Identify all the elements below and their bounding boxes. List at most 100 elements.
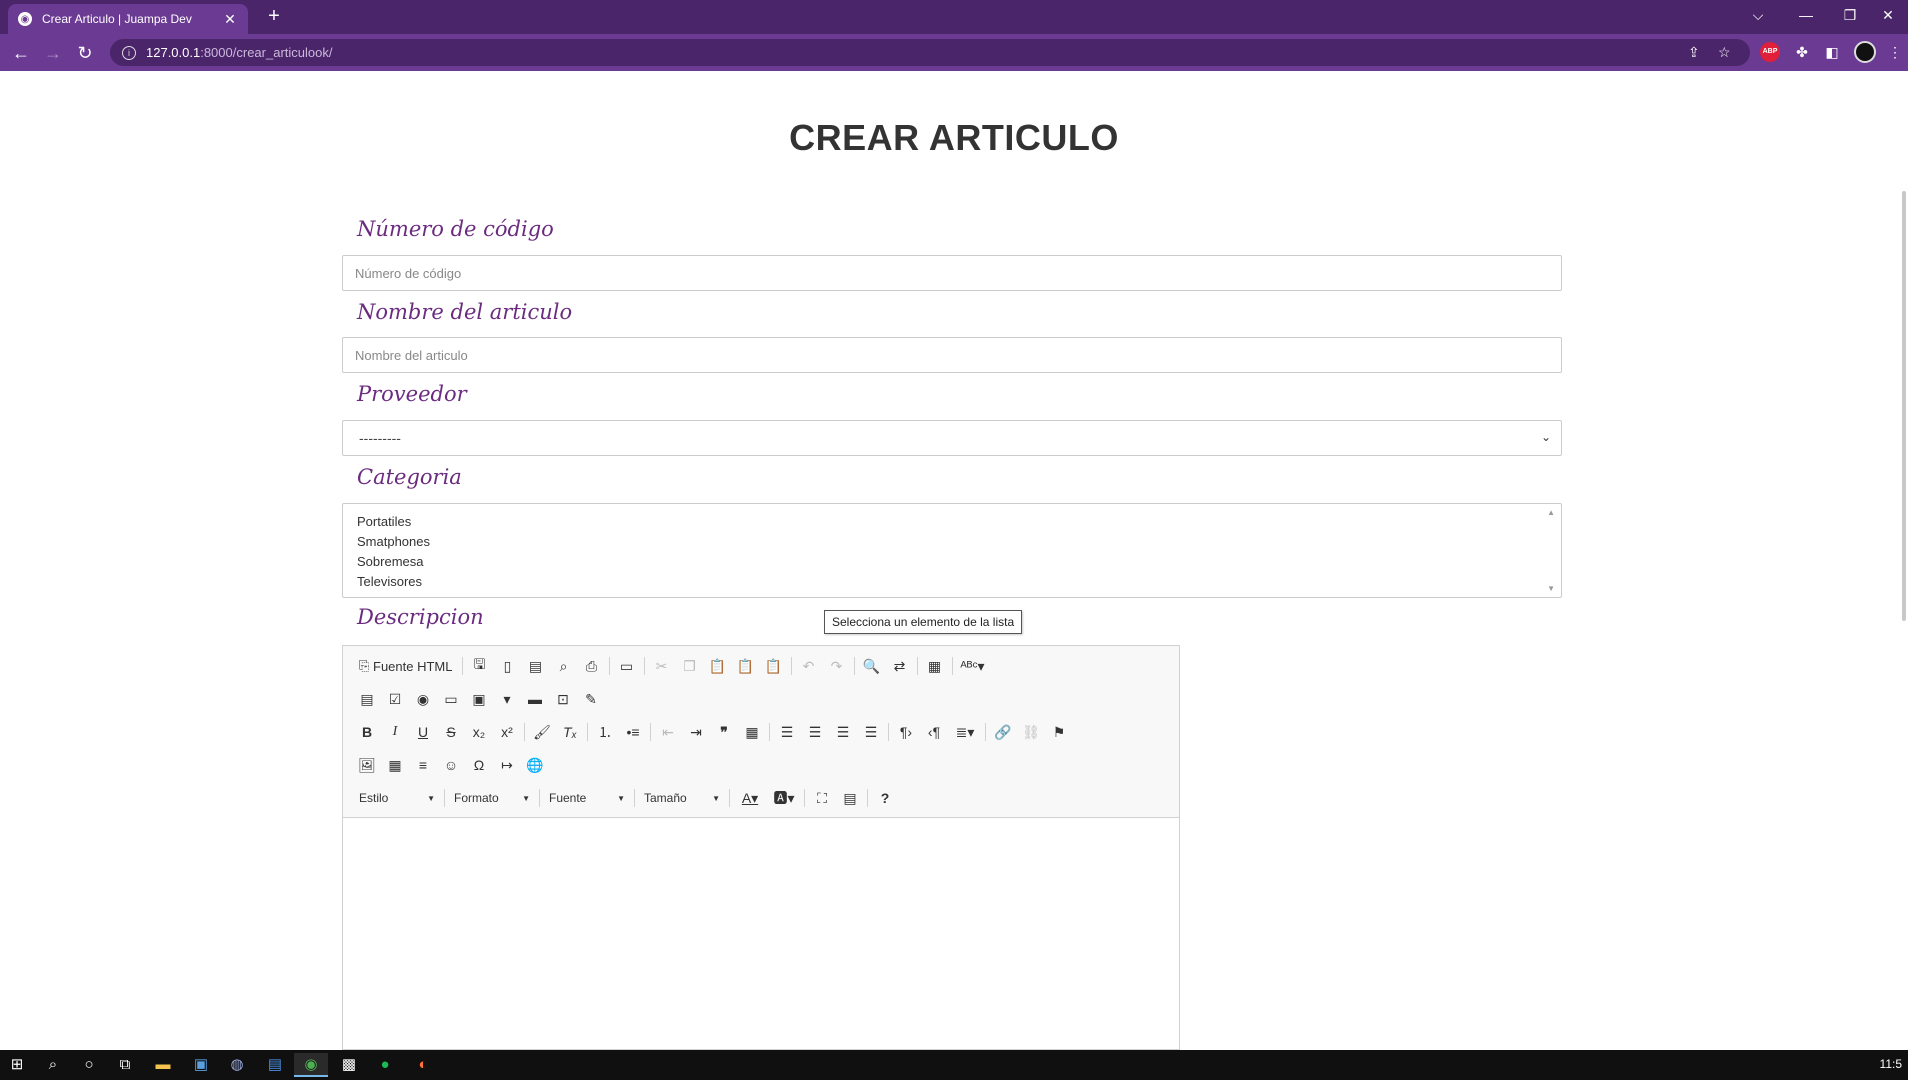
profile-avatar[interactable]: [1854, 41, 1876, 63]
close-window-button[interactable]: ✕: [1868, 4, 1908, 26]
paste-text-icon[interactable]: 📋: [732, 654, 760, 678]
find-icon[interactable]: 🔍: [858, 654, 886, 678]
proveedor-select[interactable]: --------- ⌄: [342, 420, 1562, 456]
menu-kebab-icon[interactable]: ⋮: [1888, 42, 1902, 62]
new-tab-button[interactable]: +: [262, 6, 286, 26]
tab-search-icon[interactable]: ⌵: [1738, 4, 1778, 26]
cut-icon[interactable]: ✂: [648, 654, 676, 678]
categoria-option[interactable]: Smatphones: [357, 532, 1547, 552]
numbered-list-icon[interactable]: ⒈: [591, 720, 619, 744]
form-icon[interactable]: ▤: [353, 687, 381, 711]
spellcheck-icon[interactable]: ᴬᴮᶜ▾: [956, 654, 990, 678]
align-left-icon[interactable]: ☰: [773, 720, 801, 744]
export-pdf-icon[interactable]: ▤: [522, 654, 550, 678]
select-field-icon[interactable]: ▾: [493, 687, 521, 711]
iframe-globe-icon[interactable]: 🌐: [521, 753, 549, 777]
app-icon[interactable]: ◍: [220, 1053, 254, 1077]
link-icon[interactable]: 🔗: [989, 720, 1017, 744]
size-combo[interactable]: Tamaño ▼: [638, 786, 726, 810]
page-break-icon[interactable]: ↦: [493, 753, 521, 777]
italic-icon[interactable]: I: [381, 720, 409, 744]
bookmark-star-icon[interactable]: ☆: [1718, 39, 1731, 66]
address-bar[interactable]: i 127.0.0.1:8000/crear_articulook/ ⇪ ☆: [110, 39, 1750, 66]
ltr-icon[interactable]: ¶›: [892, 720, 920, 744]
adblock-icon[interactable]: ABP: [1760, 42, 1780, 62]
rtl-icon[interactable]: ‹¶: [920, 720, 948, 744]
image-icon[interactable]: 🖼: [353, 753, 381, 777]
textarea-icon[interactable]: ▣: [465, 687, 493, 711]
font-combo[interactable]: Fuente ▼: [543, 786, 631, 810]
smiley-icon[interactable]: ☺: [437, 753, 465, 777]
pycharm-icon[interactable]: ▩: [332, 1053, 366, 1077]
anchor-flag-icon[interactable]: ⚑: [1045, 720, 1073, 744]
forward-button[interactable]: →: [40, 41, 66, 65]
div-container-icon[interactable]: ▦: [738, 720, 766, 744]
firefox-icon[interactable]: ◐: [406, 1053, 440, 1077]
templates-icon[interactable]: ▭: [613, 654, 641, 678]
app-icon[interactable]: ▣: [184, 1053, 218, 1077]
task-view-icon[interactable]: ⧉: [108, 1053, 142, 1077]
remove-format-icon[interactable]: Tₓ: [556, 720, 584, 744]
scroll-up-arrow-icon[interactable]: ▲: [1547, 508, 1555, 517]
language-icon[interactable]: ≣▾: [948, 720, 982, 744]
help-icon[interactable]: ?: [871, 786, 899, 810]
select-all-icon[interactable]: ▦: [921, 654, 949, 678]
print-icon[interactable]: ⎙: [578, 654, 606, 678]
bg-color-icon[interactable]: 🅰▾: [767, 786, 801, 810]
superscript-icon[interactable]: x²: [493, 720, 521, 744]
chrome-icon[interactable]: ◉: [294, 1053, 328, 1077]
style-combo[interactable]: Estilo ▼: [353, 786, 441, 810]
paste-icon[interactable]: 📋: [704, 654, 732, 678]
align-center-icon[interactable]: ☰: [801, 720, 829, 744]
radio-icon[interactable]: ◉: [409, 687, 437, 711]
codigo-input[interactable]: [342, 255, 1562, 291]
blockquote-icon[interactable]: ❞: [710, 720, 738, 744]
new-page-icon[interactable]: ▯: [494, 654, 522, 678]
text-color-icon[interactable]: A▾: [733, 786, 767, 810]
align-right-icon[interactable]: ☰: [829, 720, 857, 744]
maximize-icon[interactable]: ⛶: [808, 786, 836, 810]
scroll-down-arrow-icon[interactable]: ▼: [1547, 584, 1555, 593]
underline-icon[interactable]: U: [409, 720, 437, 744]
strikethrough-icon[interactable]: S: [437, 720, 465, 744]
paste-word-icon[interactable]: 📋: [760, 654, 788, 678]
share-icon[interactable]: ⇪: [1688, 39, 1700, 66]
outdent-icon[interactable]: ⇤: [654, 720, 682, 744]
replace-icon[interactable]: ⇄: [886, 654, 914, 678]
extensions-puzzle-icon[interactable]: ✤: [1792, 42, 1812, 62]
file-explorer-icon[interactable]: ▬: [146, 1053, 180, 1077]
checkbox-icon[interactable]: ☑: [381, 687, 409, 711]
search-icon[interactable]: ⌕: [36, 1053, 70, 1077]
save-icon[interactable]: 🖫: [466, 654, 494, 678]
text-field-icon[interactable]: ▭: [437, 687, 465, 711]
table-icon[interactable]: ▦: [381, 753, 409, 777]
taskbar-clock[interactable]: 11:5: [1880, 1057, 1902, 1071]
format-combo[interactable]: Formato ▼: [448, 786, 536, 810]
cortana-icon[interactable]: ○: [72, 1053, 106, 1077]
unlink-icon[interactable]: ⛓: [1017, 720, 1045, 744]
copy-icon[interactable]: ❐: [676, 654, 704, 678]
site-info-icon[interactable]: i: [122, 45, 136, 60]
button-icon[interactable]: ▬: [521, 687, 549, 711]
categoria-option[interactable]: Televisores: [357, 572, 1547, 592]
page-scrollbar[interactable]: [1900, 71, 1908, 1050]
preview-icon[interactable]: ⌕: [550, 654, 578, 678]
side-panel-icon[interactable]: ◧: [1822, 42, 1842, 62]
bold-icon[interactable]: B: [353, 720, 381, 744]
minimize-button[interactable]: —: [1786, 4, 1826, 26]
reload-button[interactable]: ↻: [72, 41, 98, 65]
close-tab-icon[interactable]: ✕: [222, 11, 238, 28]
categoria-listbox[interactable]: Portatiles Smatphones Sobremesa Televiso…: [342, 503, 1562, 598]
show-blocks-icon[interactable]: ▤: [836, 786, 864, 810]
spotify-icon[interactable]: ●: [368, 1053, 402, 1077]
copy-format-icon[interactable]: 🖌: [528, 720, 556, 744]
bulleted-list-icon[interactable]: •≡: [619, 720, 647, 744]
hidden-field-icon[interactable]: ✎: [577, 687, 605, 711]
special-char-icon[interactable]: Ω: [465, 753, 493, 777]
source-html-button[interactable]: ⎘ Fuente HTML: [353, 654, 459, 678]
restore-button[interactable]: ❐: [1830, 4, 1870, 26]
categoria-option[interactable]: Portatiles: [357, 512, 1547, 532]
undo-icon[interactable]: ↶: [795, 654, 823, 678]
image-button-icon[interactable]: ⊡: [549, 687, 577, 711]
back-button[interactable]: ←: [8, 41, 34, 65]
